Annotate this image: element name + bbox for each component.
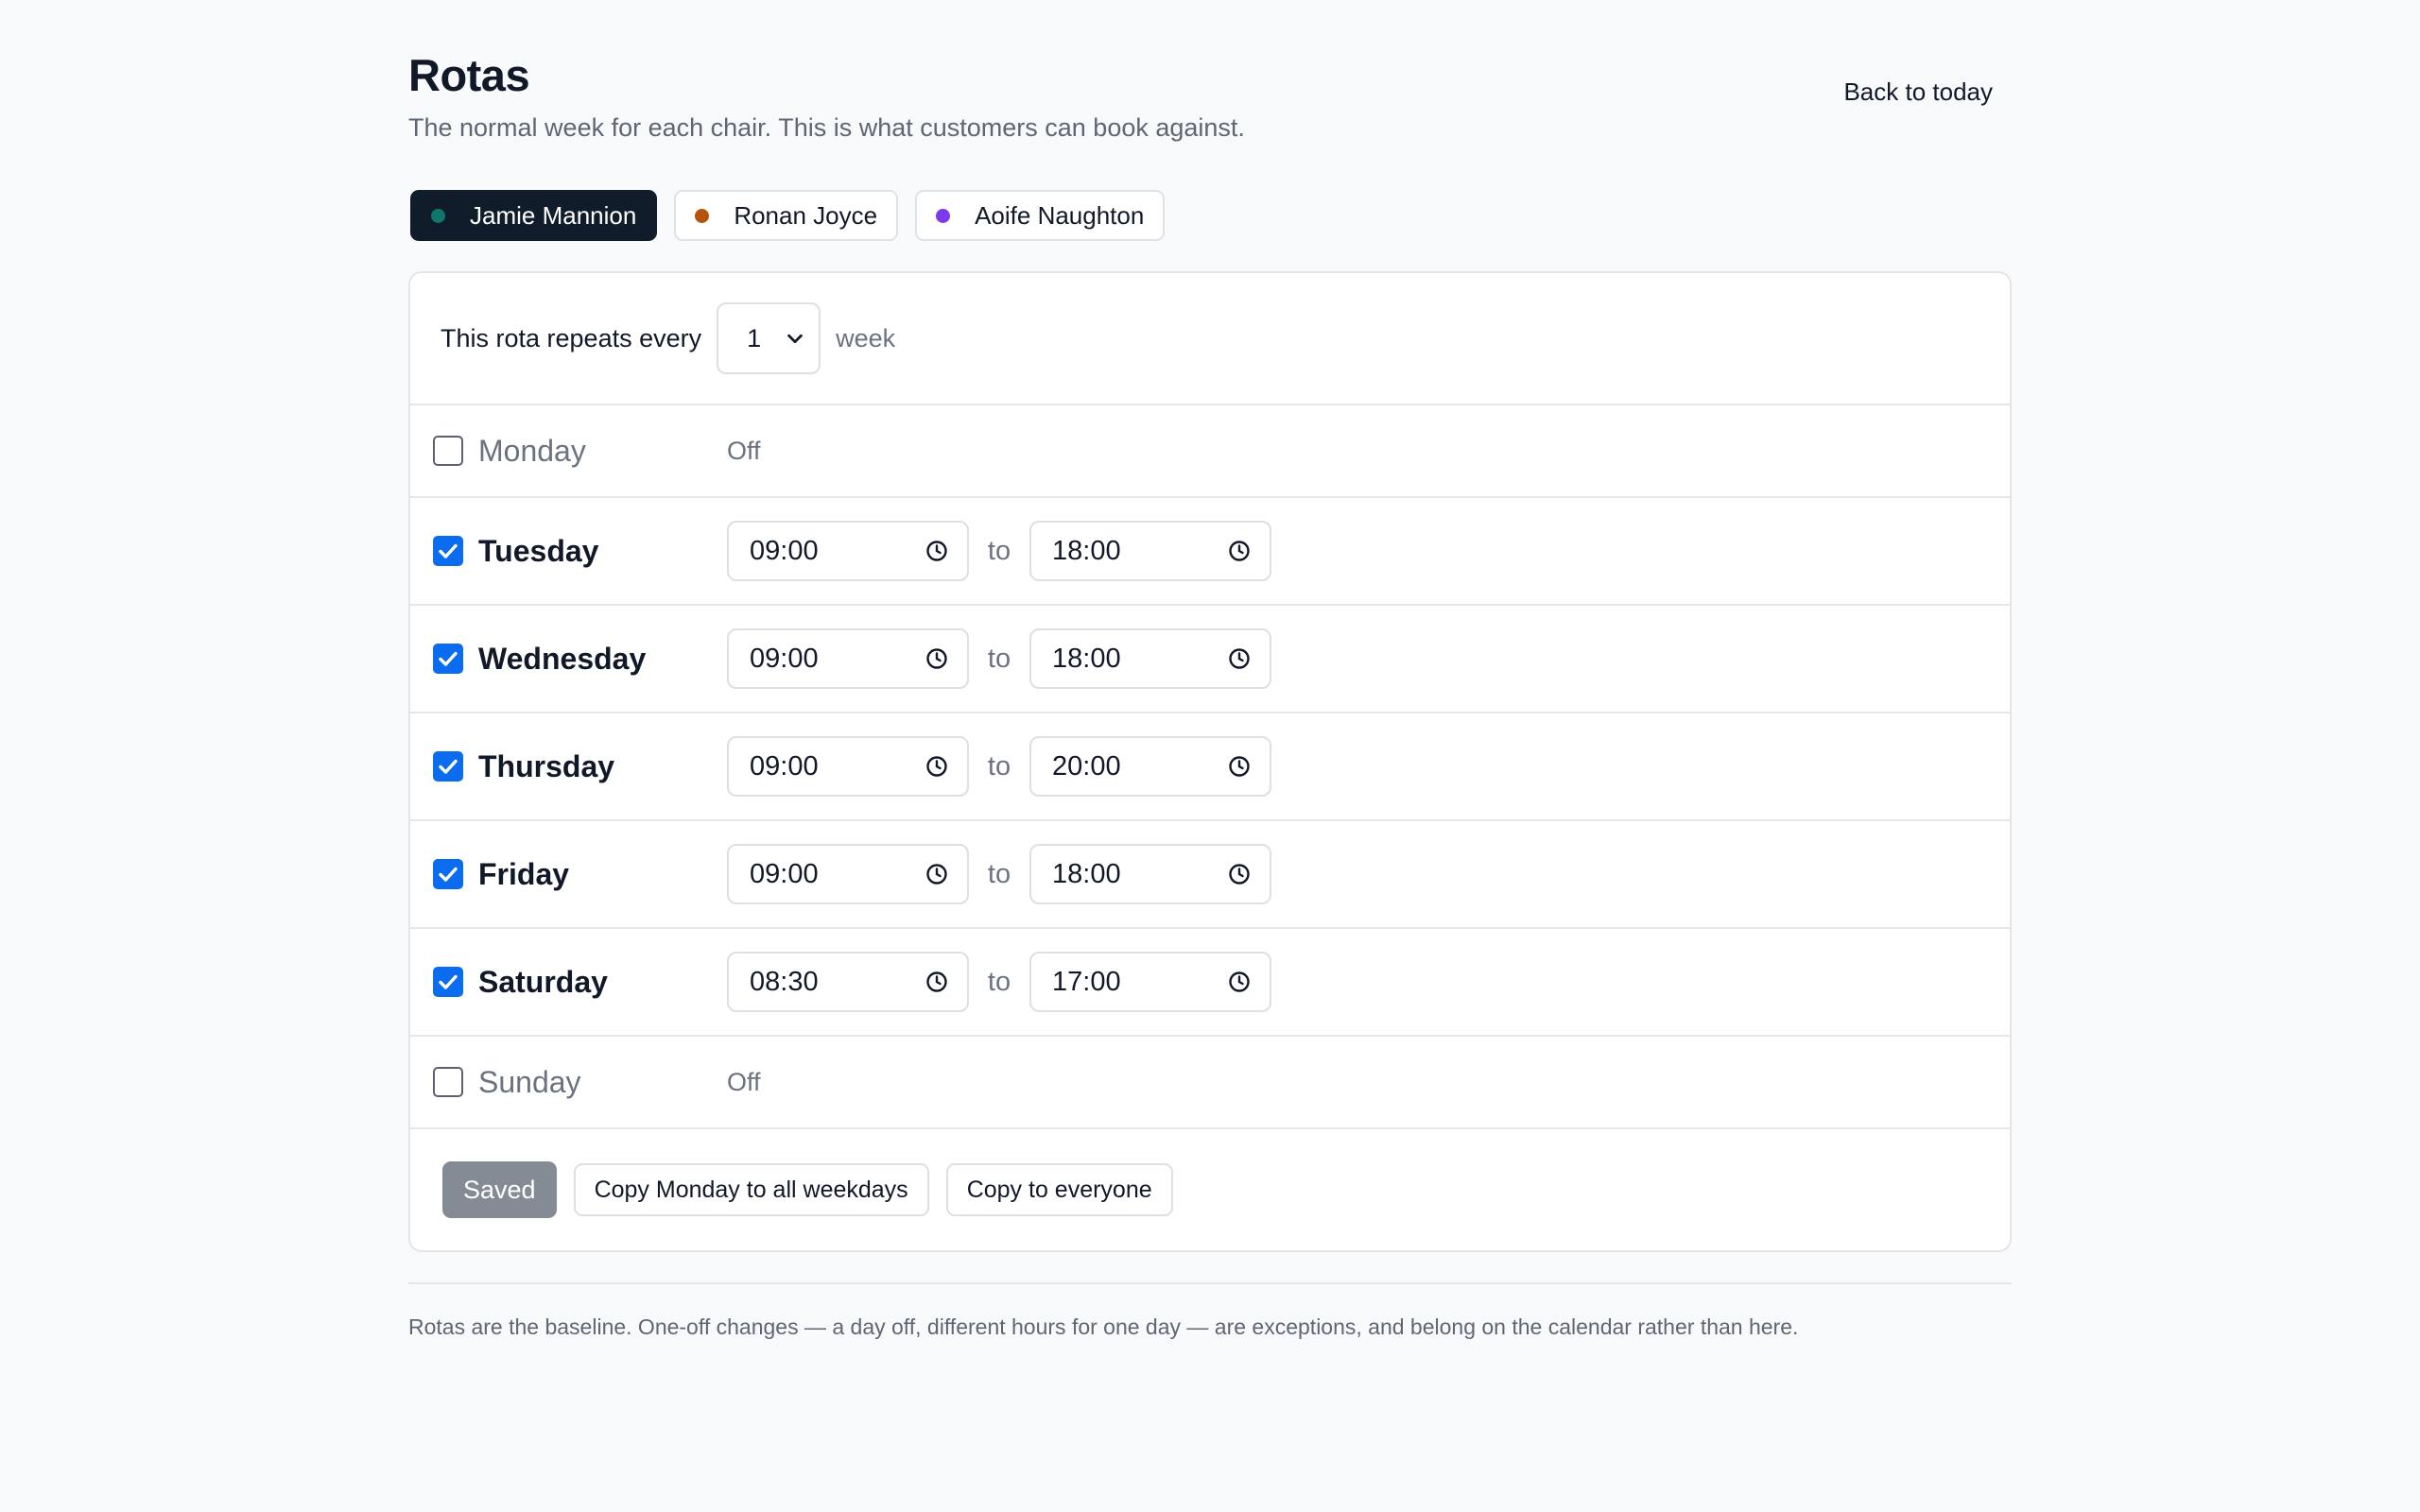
checkmark-icon [439,543,458,558]
staff-tab-label: Ronan Joyce [734,200,878,230]
start-time-value: 09:00 [750,643,819,674]
day-name: Wednesday [478,641,647,676]
clock-icon[interactable] [925,647,948,670]
staff-color-dot [695,208,710,223]
clock-icon[interactable] [1228,540,1251,562]
start-time-input[interactable]: 09:00 [727,521,969,581]
day-row-friday: Friday 09:00 to 18:00 [410,821,2010,929]
day-row-saturday: Saturday 08:30 to 17:00 [410,929,2010,1037]
rotas-page: Rotas The normal week for each chair. Th… [408,49,2012,1340]
end-time-input[interactable]: 18:00 [1029,628,1271,689]
page-header: Rotas The normal week for each chair. Th… [408,49,2012,163]
start-time-value: 09:00 [750,750,819,782]
end-time-input[interactable]: 20:00 [1029,736,1271,797]
clock-icon[interactable] [925,540,948,562]
footer-divider [408,1282,2012,1284]
repeat-unit: week [836,323,896,352]
day-row-monday: Monday Off [410,405,2010,498]
start-time-input[interactable]: 09:00 [727,844,969,904]
clock-icon[interactable] [925,755,948,778]
day-name: Friday [478,856,570,891]
staff-tab-aoife-naughton[interactable]: Aoife Naughton [915,190,1166,241]
day-checkbox-tuesday[interactable] [433,536,463,566]
repeat-label: This rota repeats every [441,323,702,352]
day-checkbox-wednesday[interactable] [433,644,463,674]
to-label: to [987,535,1011,566]
start-time-input[interactable]: 09:00 [727,628,969,689]
staff-color-dot [431,208,445,223]
clock-icon[interactable] [1228,971,1251,993]
end-time-value: 20:00 [1052,750,1121,782]
end-time-input[interactable]: 18:00 [1029,844,1271,904]
clock-icon[interactable] [1228,647,1251,670]
footer-note: Rotas are the baseline. One-off changes … [408,1314,1799,1339]
to-label: to [987,858,1011,889]
end-time-input[interactable]: 18:00 [1029,521,1271,581]
end-time-value: 17:00 [1052,966,1121,997]
clock-icon[interactable] [1228,755,1251,778]
saved-button[interactable]: Saved [442,1161,557,1218]
day-checkbox-monday[interactable] [433,436,463,466]
rota-actions: Saved Copy Monday to all weekdays Copy t… [410,1129,2010,1250]
day-name: Saturday [478,964,608,999]
day-row-thursday: Thursday 09:00 to 20:00 [410,713,2010,821]
to-label: to [987,750,1011,782]
repeat-weeks-select[interactable]: 1 [717,302,821,374]
to-label: to [987,966,1011,997]
staff-tabs: Jamie Mannion Ronan Joyce Aoife Naughton [410,190,2012,241]
end-time-value: 18:00 [1052,858,1121,889]
chevron-down-icon [787,334,803,344]
day-checkbox-saturday[interactable] [433,967,463,997]
day-row-wednesday: Wednesday 09:00 to 18:00 [410,606,2010,713]
repeat-row: This rota repeats every 1 week [410,273,2010,405]
to-label: to [987,643,1011,674]
staff-tab-jamie-mannion[interactable]: Jamie Mannion [410,190,658,241]
day-checkbox-thursday[interactable] [433,751,463,782]
day-name: Thursday [478,748,615,783]
start-time-value: 09:00 [750,535,819,566]
day-row-tuesday: Tuesday 09:00 to 18:00 [410,498,2010,606]
day-off-label: Off [727,1067,761,1096]
end-time-value: 18:00 [1052,643,1121,674]
day-row-sunday: Sunday Off [410,1037,2010,1129]
end-time-input[interactable]: 17:00 [1029,952,1271,1012]
staff-tab-label: Jamie Mannion [470,200,637,230]
checkmark-icon [439,759,458,774]
day-name: Monday [478,433,586,468]
page-title: Rotas [408,50,530,100]
day-checkbox-sunday[interactable] [433,1067,463,1097]
end-time-value: 18:00 [1052,535,1121,566]
checkmark-icon [439,651,458,666]
start-time-value: 09:00 [750,858,819,889]
day-name: Tuesday [478,533,599,568]
staff-tab-ronan-joyce[interactable]: Ronan Joyce [674,190,899,241]
checkmark-icon [439,867,458,882]
start-time-input[interactable]: 09:00 [727,736,969,797]
copy-to-everyone-button[interactable]: Copy to everyone [945,1163,1173,1216]
start-time-input[interactable]: 08:30 [727,952,969,1012]
day-name: Sunday [478,1064,581,1099]
back-to-today-link[interactable]: Back to today [1843,77,1993,107]
clock-icon[interactable] [1228,863,1251,885]
day-checkbox-friday[interactable] [433,859,463,889]
clock-icon[interactable] [925,863,948,885]
checkmark-icon [439,974,458,989]
rota-card: This rota repeats every 1 week Monday Of… [408,271,2012,1252]
repeat-weeks-value: 1 [747,323,762,352]
page-subtitle: The normal week for each chair. This is … [408,113,1245,142]
clock-icon[interactable] [925,971,948,993]
copy-monday-button[interactable]: Copy Monday to all weekdays [573,1163,929,1216]
staff-color-dot [936,208,951,223]
staff-tab-label: Aoife Naughton [975,200,1145,230]
start-time-value: 08:30 [750,966,819,997]
day-off-label: Off [727,436,761,465]
